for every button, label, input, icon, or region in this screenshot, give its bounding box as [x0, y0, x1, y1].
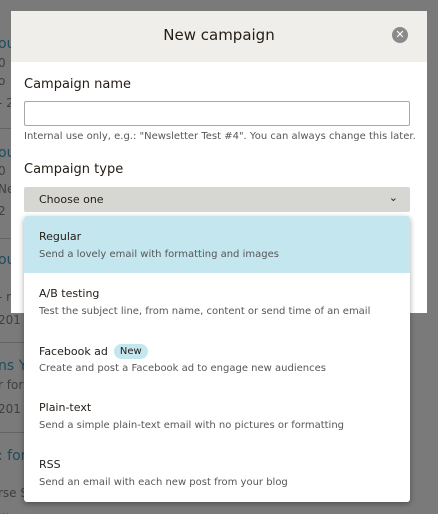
option-title: Regular	[39, 230, 82, 243]
option-plain-text[interactable]: Plain-text Send a simple plain-text emai…	[24, 387, 410, 444]
background-text: r for	[0, 378, 24, 392]
background-text: 201	[0, 402, 21, 416]
new-badge: New	[113, 344, 148, 359]
option-description: Create and post a Facebook ad to engage …	[39, 363, 326, 374]
campaign-name-input[interactable]	[24, 101, 410, 126]
option-description: Send a lovely email with formatting and …	[39, 249, 279, 260]
background-text: 0	[0, 56, 6, 70]
background-text: - r	[0, 290, 12, 304]
campaign-name-label: Campaign name	[24, 77, 132, 92]
option-title: Plain-text	[39, 401, 92, 414]
close-icon[interactable]: ✕	[392, 27, 408, 43]
campaign-type-dropdown: Regular Send a lovely email with formatt…	[24, 216, 410, 502]
option-title: Facebook ad	[39, 345, 108, 358]
background-text: : for	[0, 448, 27, 464]
option-title: RSS	[39, 458, 61, 471]
option-facebook-ad[interactable]: Facebook ad New Create and post a Faceboo…	[24, 330, 410, 387]
chevron-down-icon: ⌄	[388, 191, 398, 204]
campaign-type-select[interactable]: Choose one ⌄	[24, 187, 410, 212]
background-text: ...	[0, 504, 10, 514]
background-text: 0	[0, 164, 6, 178]
option-description: Test the subject line, from name, conten…	[39, 306, 371, 317]
modal-title: New campaign	[163, 26, 275, 44]
background-text: 2	[0, 204, 6, 218]
option-regular[interactable]: Regular Send a lovely email with formatt…	[24, 216, 410, 273]
option-rss[interactable]: RSS Send an email with each new post fro…	[24, 444, 410, 501]
campaign-type-value: Choose one	[39, 193, 104, 206]
option-description: Send a simple plain-text email with no p…	[39, 420, 345, 431]
background-text: 201	[0, 313, 21, 327]
option-description: Send an email with each new post from yo…	[39, 477, 288, 488]
background-text: o	[0, 74, 6, 88]
modal-header: New campaign ✕	[11, 11, 427, 62]
campaign-name-help: Internal use only, e.g.: "Newsletter Tes…	[24, 131, 416, 142]
option-title: A/B testing	[39, 287, 100, 300]
option-title-row: Facebook ad New	[39, 344, 148, 359]
campaign-type-label: Campaign type	[24, 162, 124, 177]
option-ab-testing[interactable]: A/B testing Test the subject line, from …	[24, 273, 410, 330]
